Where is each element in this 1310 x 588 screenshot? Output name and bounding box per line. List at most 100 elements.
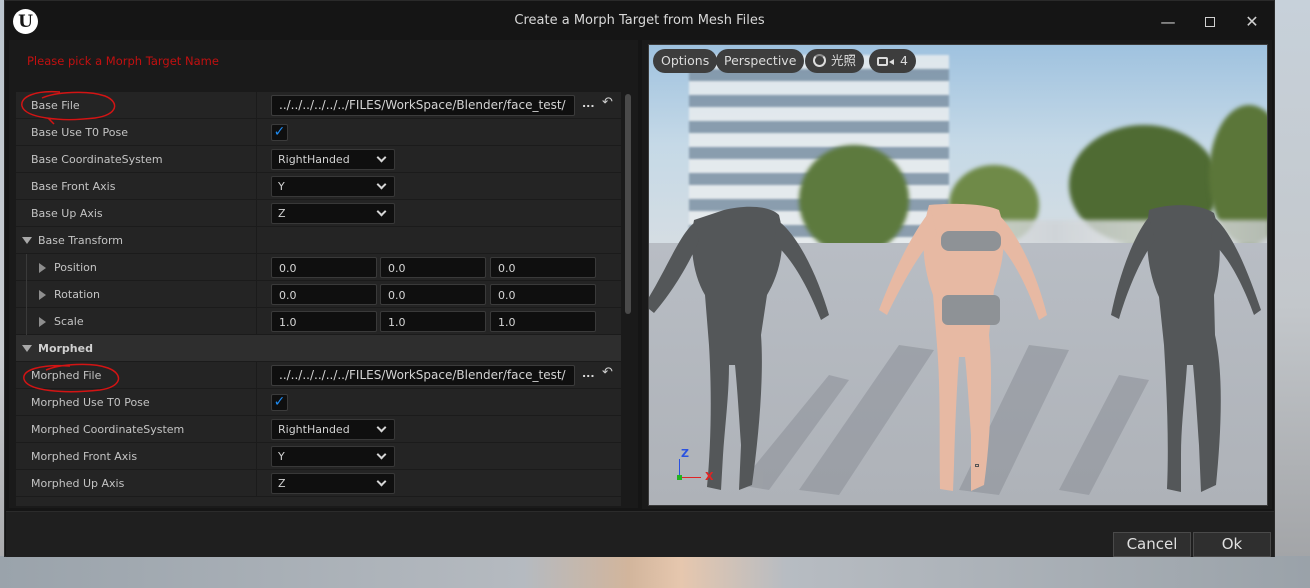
camera-icon	[877, 57, 894, 66]
base-transform-label: Base Transform	[38, 234, 123, 247]
morphed-file-label: Morphed File	[31, 369, 102, 382]
base-front-label: Base Front Axis	[31, 180, 116, 193]
category-morphed[interactable]: Morphed	[16, 335, 621, 362]
chevron-down-icon	[376, 179, 387, 190]
morphed-up-dropdown[interactable]: Z	[271, 473, 395, 494]
background-peek	[0, 556, 1310, 588]
base-up-label: Base Up Axis	[31, 207, 103, 220]
details-panel: Please pick a Morph Target Name Base Fil…	[9, 40, 638, 508]
base-coord-dropdown[interactable]: RightHanded	[271, 149, 395, 170]
window-title: Create a Morph Target from Mesh Files	[514, 13, 765, 28]
base-up-value: Z	[278, 207, 286, 220]
title-bar[interactable]: U Create a Morph Target from Mesh Files …	[5, 1, 1274, 41]
position-y-input[interactable]: 0.0	[380, 257, 486, 278]
background-right	[1275, 0, 1310, 556]
expand-triangle-icon[interactable]	[22, 237, 32, 244]
row-partial	[16, 497, 621, 506]
lit-mode-label: 光照	[831, 53, 857, 68]
scale-y-input[interactable]: 1.0	[380, 311, 486, 332]
close-button[interactable]: ✕	[1241, 11, 1263, 33]
camera-speed-value: 4	[900, 53, 908, 68]
scale-x-input[interactable]: 1.0	[271, 311, 377, 332]
expand-triangle-icon[interactable]	[39, 317, 46, 327]
chevron-down-icon	[376, 449, 387, 460]
rotation-y-input[interactable]: 0.0	[380, 284, 486, 305]
cancel-button[interactable]: Cancel	[1113, 532, 1191, 557]
morphed-category-label: Morphed	[38, 342, 93, 355]
morphed-file-path-input[interactable]: ../../../../../../FILES/WorkSpace/Blende…	[271, 365, 575, 386]
expand-triangle-icon[interactable]	[39, 290, 46, 300]
axis-x-label: X	[705, 470, 714, 483]
row-base-up-axis: Base Up Axis Z	[16, 200, 621, 227]
expand-triangle-icon[interactable]	[39, 263, 46, 273]
base-coord-value: RightHanded	[278, 153, 350, 166]
dialog-footer: Cancel Ok	[6, 511, 1274, 557]
position-label: Position	[54, 261, 97, 274]
morphed-file-browse-button[interactable]: ...	[582, 367, 595, 380]
viewport-scene[interactable]: Options Perspective 光照 4 Z X	[648, 44, 1268, 506]
base-front-dropdown[interactable]: Y	[271, 176, 395, 197]
row-rotation: Rotation 0.0 0.0 0.0	[16, 281, 621, 308]
lit-mode-icon	[813, 54, 826, 67]
morphed-front-label: Morphed Front Axis	[31, 450, 138, 463]
morphed-up-label: Morphed Up Axis	[31, 477, 125, 490]
morphed-use-t0-checkbox[interactable]: ✓	[271, 394, 288, 411]
row-base-file: Base File ../../../../../../FILES/WorkSp…	[16, 92, 621, 119]
chevron-down-icon	[376, 476, 387, 487]
position-x-input[interactable]: 0.0	[271, 257, 377, 278]
rotation-x-input[interactable]: 0.0	[271, 284, 377, 305]
base-up-dropdown[interactable]: Z	[271, 203, 395, 224]
rotation-z-input[interactable]: 0.0	[490, 284, 596, 305]
base-file-path-input[interactable]: ../../../../../../FILES/WorkSpace/Blende…	[271, 95, 575, 116]
row-position: Position 0.0 0.0 0.0	[16, 254, 621, 281]
morphed-use-t0-label: Morphed Use T0 Pose	[31, 396, 150, 409]
morphed-front-dropdown[interactable]: Y	[271, 446, 395, 467]
row-base-transform[interactable]: Base Transform	[16, 227, 621, 254]
row-morphed-coordinate-system: Morphed CoordinateSystem RightHanded	[16, 416, 621, 443]
maximize-button[interactable]	[1199, 11, 1221, 33]
morphed-file-reset-icon[interactable]: ↶	[602, 365, 613, 380]
chevron-down-icon	[376, 152, 387, 163]
base-coord-label: Base CoordinateSystem	[31, 153, 163, 166]
axis-y-dot	[677, 475, 682, 480]
row-base-use-t0-pose: Base Use T0 Pose ✓	[16, 119, 621, 146]
mesh-preview	[649, 203, 1261, 495]
base-file-browse-button[interactable]: ...	[582, 97, 595, 110]
details-scrollbar[interactable]	[623, 92, 633, 506]
base-use-t0-checkbox[interactable]: ✓	[271, 124, 288, 141]
row-morphed-up-axis: Morphed Up Axis Z	[16, 470, 621, 497]
ok-button[interactable]: Ok	[1193, 532, 1271, 557]
rotation-label: Rotation	[54, 288, 101, 301]
property-list: Base File ../../../../../../FILES/WorkSp…	[16, 92, 621, 506]
minimize-button[interactable]: —	[1157, 11, 1179, 33]
morphed-up-value: Z	[278, 477, 286, 490]
morph-target-dialog: U Create a Morph Target from Mesh Files …	[4, 0, 1275, 557]
base-file-reset-icon[interactable]: ↶	[602, 95, 613, 110]
row-morphed-front-axis: Morphed Front Axis Y	[16, 443, 621, 470]
expand-triangle-icon[interactable]	[22, 345, 32, 352]
viewport-lit-button[interactable]: 光照	[805, 49, 865, 73]
viewport-perspective-button[interactable]: Perspective	[716, 49, 805, 73]
scrollbar-thumb[interactable]	[625, 94, 631, 314]
base-front-value: Y	[278, 180, 285, 193]
row-morphed-file: Morphed File ../../../../../../FILES/Wor…	[16, 362, 621, 389]
morphed-coord-value: RightHanded	[278, 423, 350, 436]
row-morphed-use-t0-pose: Morphed Use T0 Pose ✓	[16, 389, 621, 416]
morphed-coord-dropdown[interactable]: RightHanded	[271, 419, 395, 440]
viewport-camera-speed-button[interactable]: 4	[869, 49, 916, 73]
morphed-coord-label: Morphed CoordinateSystem	[31, 423, 185, 436]
base-use-t0-label: Base Use T0 Pose	[31, 126, 129, 139]
viewport-options-button[interactable]: Options	[653, 49, 718, 73]
row-base-coordinate-system: Base CoordinateSystem RightHanded	[16, 146, 621, 173]
axis-x-line	[679, 477, 701, 478]
scale-label: Scale	[54, 315, 84, 328]
position-z-input[interactable]: 0.0	[490, 257, 596, 278]
morphed-mesh-right	[1111, 205, 1261, 492]
row-base-front-axis: Base Front Axis Y	[16, 173, 621, 200]
morphed-mesh-left	[649, 206, 829, 490]
axis-z-label: Z	[681, 447, 689, 460]
preview-viewport[interactable]: Options Perspective 光照 4 Z X	[642, 40, 1272, 509]
pivot-marker	[975, 464, 979, 467]
scale-z-input[interactable]: 1.0	[490, 311, 596, 332]
chevron-down-icon	[376, 206, 387, 217]
